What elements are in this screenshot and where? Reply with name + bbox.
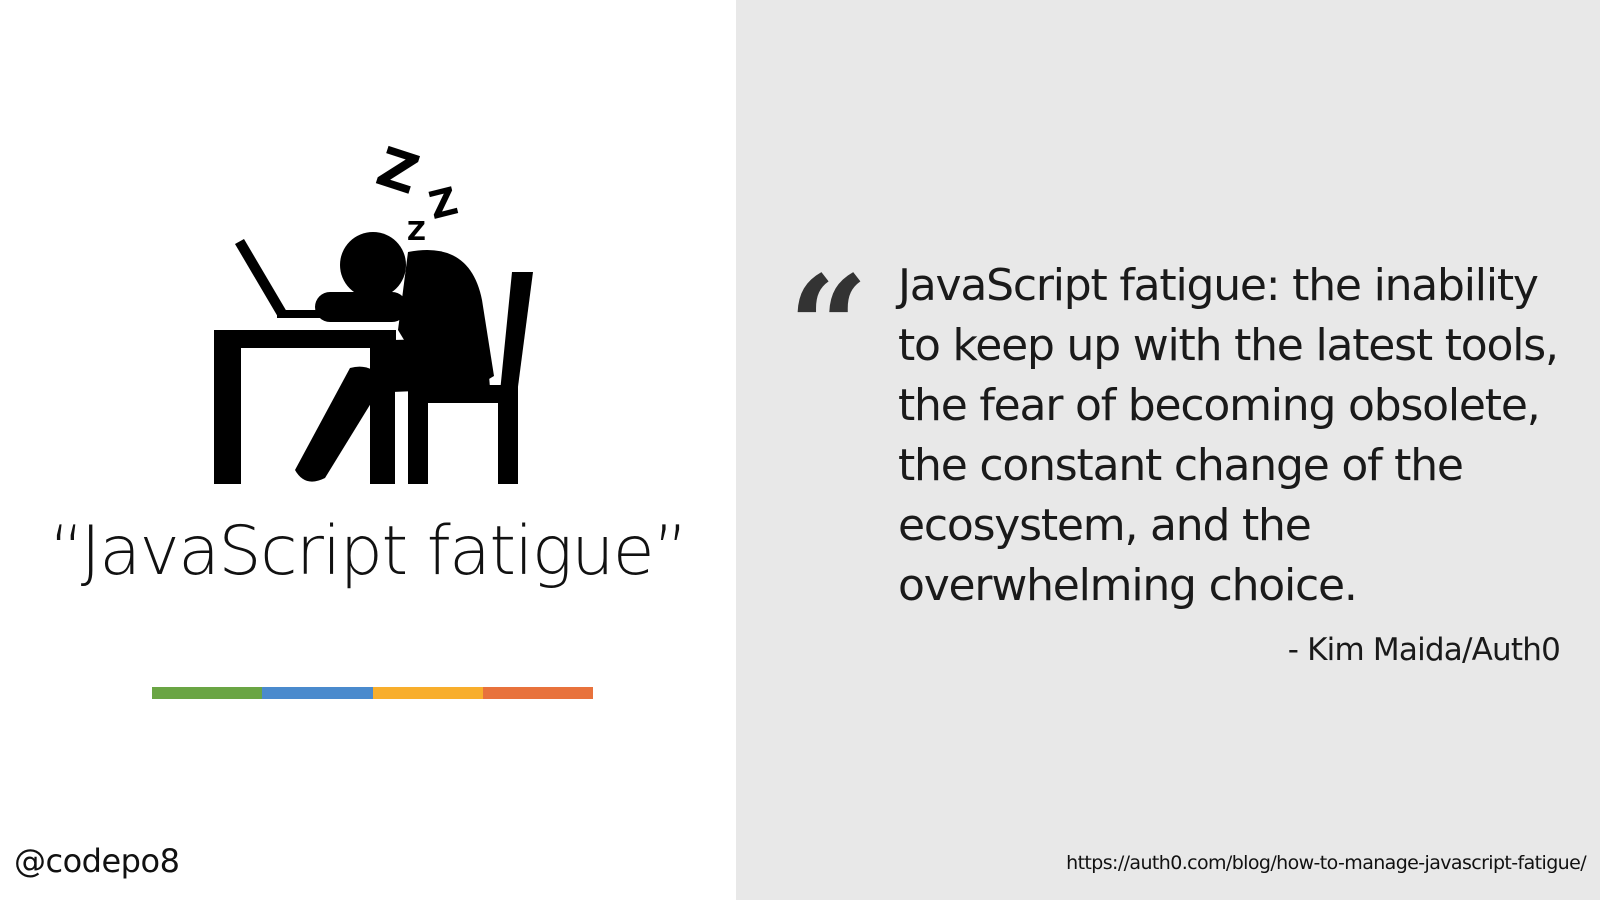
source-link[interactable]: https://auth0.com/blog/how-to-manage-jav… xyxy=(1066,852,1586,874)
color-bar-green xyxy=(152,687,263,699)
quote-mark-icon: “ xyxy=(788,246,869,410)
sleeping-person-at-desk-icon: Z Z Z xyxy=(214,142,533,484)
color-bar-orange xyxy=(482,687,593,699)
slide: Z Z Z “JavaScript fatigue” @codepo8 “ Ja… xyxy=(0,0,1600,900)
quote-attribution: - Kim Maida/Auth0 xyxy=(1287,632,1561,668)
slide-title: “JavaScript fatigue” xyxy=(49,512,688,591)
svg-text:Z: Z xyxy=(425,179,462,228)
color-bar-yellow xyxy=(372,687,483,699)
color-bar-blue xyxy=(262,687,373,699)
twitter-handle: @codepo8 xyxy=(14,842,180,880)
svg-text:Z: Z xyxy=(369,142,426,207)
svg-text:Z: Z xyxy=(407,217,426,247)
quote-text: JavaScript fatigue: the inability to kee… xyxy=(898,260,1559,611)
color-bar xyxy=(152,687,593,699)
left-panel: Z Z Z “JavaScript fatigue” @codepo8 xyxy=(0,0,736,900)
